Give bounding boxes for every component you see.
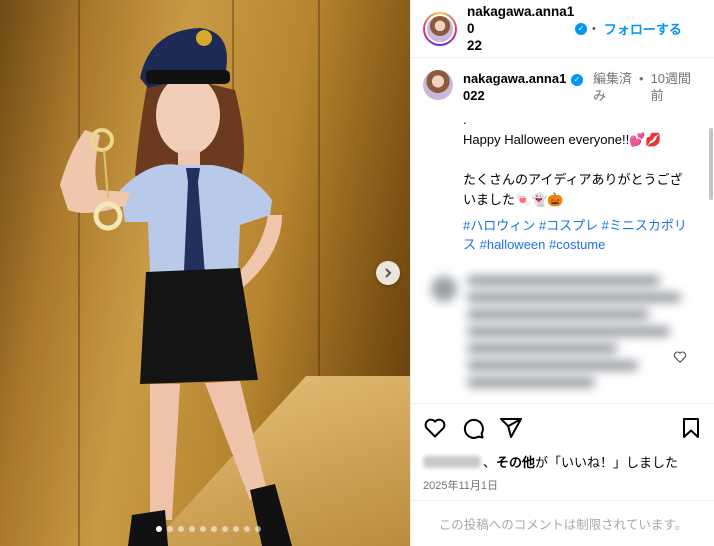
carousel-dot <box>211 526 217 532</box>
carousel-dot <box>244 526 250 532</box>
post-date[interactable]: 2025年11月1日 <box>423 477 703 493</box>
scrollbar[interactable] <box>709 128 713 200</box>
comments-scroll-area[interactable]: nakagawa.anna1 022 ✓ 編集済 み • 10週間 前 . Ha… <box>411 58 714 403</box>
carousel-dots <box>156 526 261 532</box>
comment-icon[interactable] <box>461 416 485 440</box>
carousel-dot <box>156 526 162 532</box>
caption-text: . Happy Halloween everyone!!💕💋 たくさんのアイディ… <box>463 112 683 207</box>
blurred-comment <box>431 276 681 395</box>
carousel-dot <box>233 526 239 532</box>
carousel-dot <box>222 526 228 532</box>
police-costume-person <box>60 28 292 546</box>
caption-meta: 編集済 み • 10週間 前 <box>593 71 692 103</box>
heart-outline-icon <box>673 351 687 364</box>
follow-button[interactable]: フォローする <box>604 19 682 38</box>
bookmark-icon[interactable] <box>679 416 703 440</box>
comment-like-button[interactable] <box>673 350 687 369</box>
verified-icon: ✓ <box>571 74 583 86</box>
avatar[interactable] <box>423 11 457 46</box>
post-photo[interactable] <box>0 0 410 546</box>
separator: • <box>592 22 596 35</box>
post-actions: 、 その他 が「いいね！」しました 2025年11月1日 <box>411 403 714 493</box>
post-side-panel: nakagawa.anna10 22 ✓ • フォローする nakagawa.a… <box>410 0 714 546</box>
post-header: nakagawa.anna10 22 ✓ • フォローする <box>411 0 714 58</box>
caption-avatar[interactable] <box>423 70 453 100</box>
carousel-dot <box>178 526 184 532</box>
like-heart-icon[interactable] <box>423 416 447 440</box>
carousel-dot <box>255 526 261 532</box>
header-username[interactable]: nakagawa.anna10 22 <box>467 3 575 54</box>
carousel-dot <box>200 526 206 532</box>
blurred-username <box>423 455 481 468</box>
comments-restricted-notice: この投稿へのコメントは制限されています。 <box>411 500 714 546</box>
verified-icon: ✓ <box>575 22 587 35</box>
share-icon[interactable] <box>499 416 523 440</box>
carousel-dot <box>167 526 173 532</box>
chevron-right-icon <box>385 268 392 278</box>
caption: nakagawa.anna1 022 ✓ 編集済 み • 10週間 前 . Ha… <box>411 58 714 254</box>
carousel-dot <box>189 526 195 532</box>
likes-summary[interactable]: 、 その他 が「いいね！」しました <box>423 452 703 471</box>
next-photo-button[interactable] <box>376 261 400 285</box>
caption-hashtags[interactable]: #ハロウィン #コスプレ #ミニスカポリス #halloween #costum… <box>463 216 699 254</box>
caption-username[interactable]: nakagawa.anna1 022 <box>463 70 569 104</box>
